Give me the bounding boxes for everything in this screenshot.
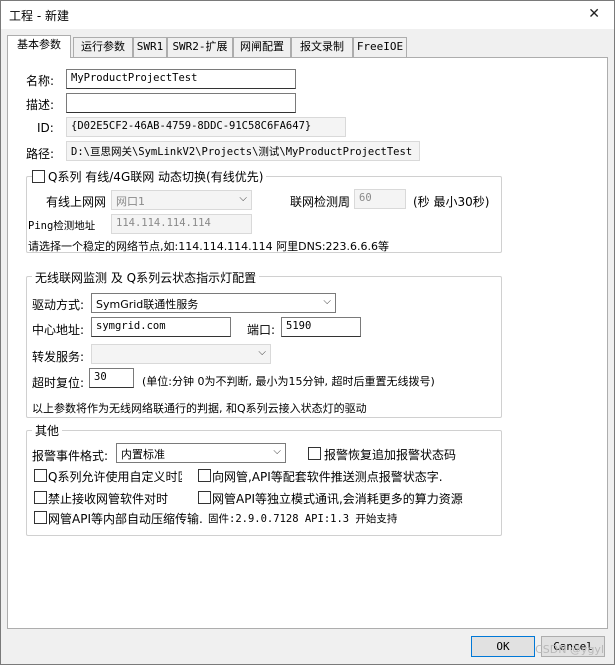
tab-swr2-ext[interactable]: SWR2-扩展 xyxy=(167,37,233,57)
desc-label: 描述: xyxy=(26,98,55,112)
ok-button[interactable]: OK xyxy=(471,636,535,657)
wired-select-value: 网口1 xyxy=(116,195,145,208)
chevron-down-icon: ⌵ xyxy=(239,193,247,204)
alarm-restore-label: 报警恢复追加报警状态码 xyxy=(324,448,457,462)
name-input[interactable]: MyProductProjectTest xyxy=(66,69,296,89)
wired-label: 有线上网网 xyxy=(46,195,107,209)
project-dialog: 工程 - 新建 ✕ 基本参数 运行参数 SWR1 SWR2-扩展 网闸配置 报文… xyxy=(0,0,615,665)
compress-label: 网管API等内部自动压缩传输. xyxy=(48,512,203,526)
wired-select[interactable]: 网口1 ⌵ xyxy=(111,190,252,210)
center-address-label: 中心地址: xyxy=(32,323,85,337)
basic-params-panel: 名称: MyProductProjectTest 描述: ID: {D02E5C… xyxy=(7,57,608,629)
timeout-label: 超时复位: xyxy=(32,376,85,390)
port-input[interactable]: 5190 xyxy=(281,317,361,337)
api-push-label: 向网管,API等配套软件推送测点报警状态字. xyxy=(212,470,443,484)
ping-label: Ping检测地址 xyxy=(28,220,96,232)
block-time-label: 禁止接收网管软件对时 xyxy=(48,492,169,506)
tab-gateway-config[interactable]: 网闸配置 xyxy=(233,37,291,57)
chevron-down-icon: ⌵ xyxy=(273,446,281,457)
timeout-input[interactable]: 30 xyxy=(89,368,134,388)
chevron-down-icon: ⌵ xyxy=(323,296,331,307)
path-label: 路径: xyxy=(26,147,55,161)
independent-mode-checkbox[interactable] xyxy=(198,491,211,504)
block-time-checkbox[interactable] xyxy=(34,491,47,504)
alarm-format-value: 内置标准 xyxy=(121,448,165,461)
center-address-input[interactable]: symgrid.com xyxy=(91,317,231,337)
forward-label: 转发服务: xyxy=(32,350,85,364)
independent-mode-label: 网管API等独立模式通讯,会消耗更多的算力资源 xyxy=(212,492,463,506)
tab-message-record[interactable]: 报文录制 xyxy=(291,37,353,57)
ping-input[interactable]: 114.114.114.114 xyxy=(111,214,252,234)
api-push-checkbox[interactable] xyxy=(198,469,211,482)
driver-select[interactable]: SymGrid联通性服务 ⌵ xyxy=(91,293,336,313)
desc-input[interactable] xyxy=(66,93,296,113)
title-bar: 工程 - 新建 ✕ xyxy=(1,1,614,29)
detect-period-input[interactable]: 60 xyxy=(354,189,406,209)
wireless-note: 以上参数将作为无线网络联通行的判据, 和Q系列云接入状态灯的驱动 xyxy=(32,402,367,415)
tab-swr1[interactable]: SWR1 xyxy=(133,37,167,57)
compress-checkbox[interactable] xyxy=(34,511,47,524)
qseries-checkbox[interactable] xyxy=(32,170,45,183)
chevron-down-icon: ⌵ xyxy=(258,347,266,358)
detect-period-unit: (秒 最小30秒) xyxy=(413,195,490,209)
tab-basic-params[interactable]: 基本参数 xyxy=(7,35,71,58)
id-label: ID: xyxy=(37,121,54,135)
port-label: 端口: xyxy=(247,323,276,337)
driver-label: 驱动方式: xyxy=(32,298,85,312)
wireless-group-label: 无线联网监测 及 Q系列云状态指示灯配置 xyxy=(32,269,260,286)
window-title: 工程 - 新建 xyxy=(9,9,69,23)
other-group-label: 其他 xyxy=(32,422,63,439)
timeout-hint: (单位:分钟 0为不判断, 最小为15分钟, 超时后重置无线拨号) xyxy=(142,375,435,388)
firmware-note: 固件:2.9.0.7128 API:1.3 开始支持 xyxy=(208,513,398,525)
alarm-format-label: 报警事件格式: xyxy=(32,449,109,463)
alarm-format-select[interactable]: 内置标准 ⌵ xyxy=(116,443,286,463)
qseries-group-label: Q系列 有线/4G联网 动态切换(有线优先) xyxy=(45,168,267,185)
path-field: D:\亘思网关\SymLinkV2\Projects\测试\MyProductP… xyxy=(66,141,420,161)
forward-select[interactable]: ⌵ xyxy=(91,344,271,364)
tab-freeioe[interactable]: FreeIOE xyxy=(353,37,407,57)
q-custom-time-label: Q系列允许使用自定义时区 xyxy=(48,470,182,484)
id-field: {D02E5CF2-46AB-4759-8DDC-91C58C6FA647} xyxy=(66,117,346,137)
alarm-restore-checkbox[interactable] xyxy=(308,447,321,460)
detect-period-label: 联网检测周 xyxy=(290,195,351,209)
ping-hint: 请选择一个稳定的网络节点,如:114.114.114.114 阿里DNS:223… xyxy=(28,240,390,253)
name-label: 名称: xyxy=(26,74,55,88)
close-icon[interactable]: ✕ xyxy=(588,6,600,22)
driver-select-value: SymGrid联通性服务 xyxy=(96,298,199,311)
watermark: CSDN @ygyl xyxy=(535,643,604,656)
q-custom-time-checkbox[interactable] xyxy=(34,469,47,482)
tab-run-params[interactable]: 运行参数 xyxy=(73,37,133,57)
